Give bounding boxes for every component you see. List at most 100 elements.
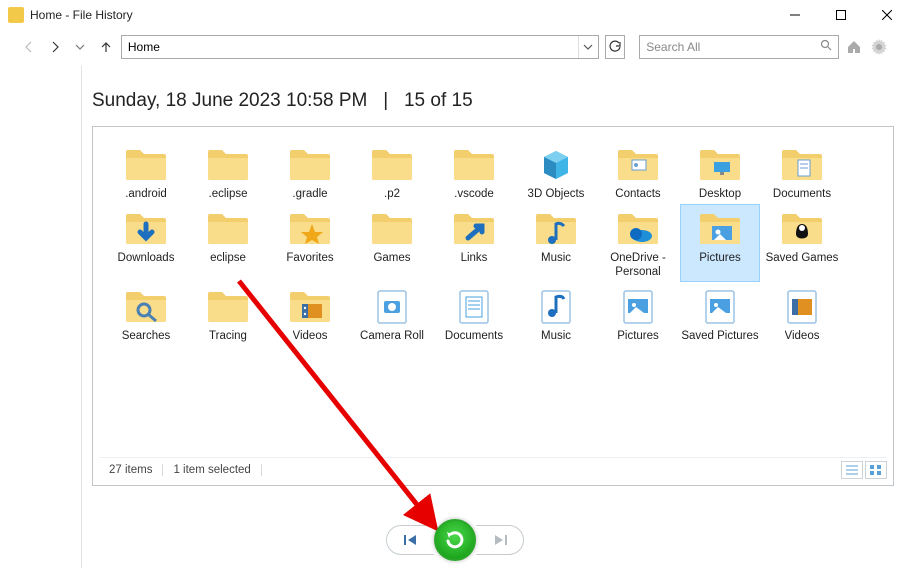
snapshot-position: 15 of 15 xyxy=(404,90,473,111)
item-3d-objects[interactable]: 3D Objects xyxy=(517,141,595,203)
folder-fav-icon xyxy=(287,209,333,249)
close-button[interactable] xyxy=(864,0,910,30)
folder-icon xyxy=(123,145,169,185)
folder-icon xyxy=(205,287,251,327)
item-label: OneDrive - Personal xyxy=(599,251,677,279)
item-label: Camera Roll xyxy=(360,329,424,343)
folder-video-icon xyxy=(287,287,333,327)
item-saved-pictures[interactable]: Saved Pictures xyxy=(681,283,759,345)
home-icon[interactable] xyxy=(845,36,863,58)
item-label: Music xyxy=(541,329,571,343)
item-label: 3D Objects xyxy=(528,187,585,201)
item--gradle[interactable]: .gradle xyxy=(271,141,349,203)
address-input[interactable] xyxy=(122,36,578,58)
lib-camera-icon xyxy=(369,287,415,327)
recent-dropdown-icon[interactable] xyxy=(69,34,91,60)
item-label: Music xyxy=(541,251,571,265)
folder-contacts-icon xyxy=(615,145,661,185)
item-desktop[interactable]: Desktop xyxy=(681,141,759,203)
up-button[interactable] xyxy=(95,34,117,60)
item-label: .vscode xyxy=(454,187,494,201)
item-documents[interactable]: Documents xyxy=(435,283,513,345)
view-icons-icon[interactable] xyxy=(865,461,887,479)
item-downloads[interactable]: Downloads xyxy=(107,205,185,281)
item-tracing[interactable]: Tracing xyxy=(189,283,267,345)
folder-icon xyxy=(369,145,415,185)
item-documents[interactable]: Documents xyxy=(763,141,841,203)
next-version-button[interactable] xyxy=(476,525,524,555)
item-label: Saved Pictures xyxy=(681,329,758,343)
item-onedrive-personal[interactable]: OneDrive - Personal xyxy=(599,205,677,281)
search-input[interactable]: Search All xyxy=(639,35,839,59)
view-details-icon[interactable] xyxy=(841,461,863,479)
maximize-button[interactable] xyxy=(818,0,864,30)
refresh-button[interactable] xyxy=(605,35,625,59)
restore-button[interactable] xyxy=(434,519,476,561)
item-label: .p2 xyxy=(384,187,400,201)
folder-games-icon xyxy=(779,209,825,249)
item--android[interactable]: .android xyxy=(107,141,185,203)
prev-version-button[interactable] xyxy=(386,525,434,555)
titlebar: Home - File History xyxy=(0,0,910,30)
status-selection: 1 item selected xyxy=(163,464,261,476)
item-label: eclipse xyxy=(210,251,246,265)
item--p2[interactable]: .p2 xyxy=(353,141,431,203)
sidebar-panel xyxy=(0,66,82,568)
item-favorites[interactable]: Favorites xyxy=(271,205,349,281)
item-music[interactable]: Music xyxy=(517,283,595,345)
folder-pics-icon xyxy=(697,209,743,249)
address-bar[interactable] xyxy=(121,35,599,59)
folder-icon xyxy=(451,145,497,185)
item-label: .gradle xyxy=(292,187,327,201)
status-bar: 27 items 1 item selected xyxy=(99,457,887,481)
window-title: Home - File History xyxy=(30,8,133,22)
item-contacts[interactable]: Contacts xyxy=(599,141,677,203)
snapshot-date: Sunday, 18 June 2023 10:58 PM xyxy=(92,90,367,111)
gear-icon[interactable] xyxy=(870,36,888,58)
lib-pics-icon xyxy=(615,287,661,327)
filehistory-icon xyxy=(8,7,24,23)
folder-icon xyxy=(287,145,333,185)
item-eclipse[interactable]: eclipse xyxy=(189,205,267,281)
item-label: .eclipse xyxy=(209,187,248,201)
toolbar: Search All xyxy=(0,30,910,64)
address-dropdown-icon[interactable] xyxy=(578,36,598,58)
item-videos[interactable]: Videos xyxy=(271,283,349,345)
folder-onedrive-icon xyxy=(615,209,661,249)
lib-pics-icon xyxy=(697,287,743,327)
item-label: Videos xyxy=(293,329,328,343)
item-games[interactable]: Games xyxy=(353,205,431,281)
folder-icon xyxy=(205,145,251,185)
item-label: Downloads xyxy=(118,251,175,265)
item-label: Documents xyxy=(445,329,503,343)
item-grid: .android .eclipse .gradle .p2 .vscode 3D Obje… xyxy=(93,127,893,345)
item-videos[interactable]: Videos xyxy=(763,283,841,345)
item--vscode[interactable]: .vscode xyxy=(435,141,513,203)
item-music[interactable]: Music xyxy=(517,205,595,281)
item-label: Videos xyxy=(785,329,820,343)
item-label: Desktop xyxy=(699,187,741,201)
status-count: 27 items xyxy=(99,464,163,476)
back-button[interactable] xyxy=(18,34,40,60)
item-saved-games[interactable]: Saved Games xyxy=(763,205,841,281)
item-label: Documents xyxy=(773,187,831,201)
item--eclipse[interactable]: .eclipse xyxy=(189,141,267,203)
search-icon xyxy=(820,39,832,54)
item-pictures[interactable]: Pictures xyxy=(681,205,759,281)
folder-download-icon xyxy=(123,209,169,249)
content-frame: .android .eclipse .gradle .p2 .vscode 3D Obje… xyxy=(92,126,894,486)
folder-doc-icon xyxy=(779,145,825,185)
forward-button[interactable] xyxy=(44,34,66,60)
minimize-button[interactable] xyxy=(772,0,818,30)
item-links[interactable]: Links xyxy=(435,205,513,281)
folder-desktop-icon xyxy=(697,145,743,185)
item-pictures[interactable]: Pictures xyxy=(599,283,677,345)
item-searches[interactable]: Searches xyxy=(107,283,185,345)
item-label: Favorites xyxy=(286,251,333,265)
item-label: Pictures xyxy=(699,251,741,265)
item-label: Games xyxy=(373,251,410,265)
item-label: .android xyxy=(125,187,167,201)
item-camera-roll[interactable]: Camera Roll xyxy=(353,283,431,345)
lib-doc-icon xyxy=(451,287,497,327)
item-label: Links xyxy=(461,251,488,265)
